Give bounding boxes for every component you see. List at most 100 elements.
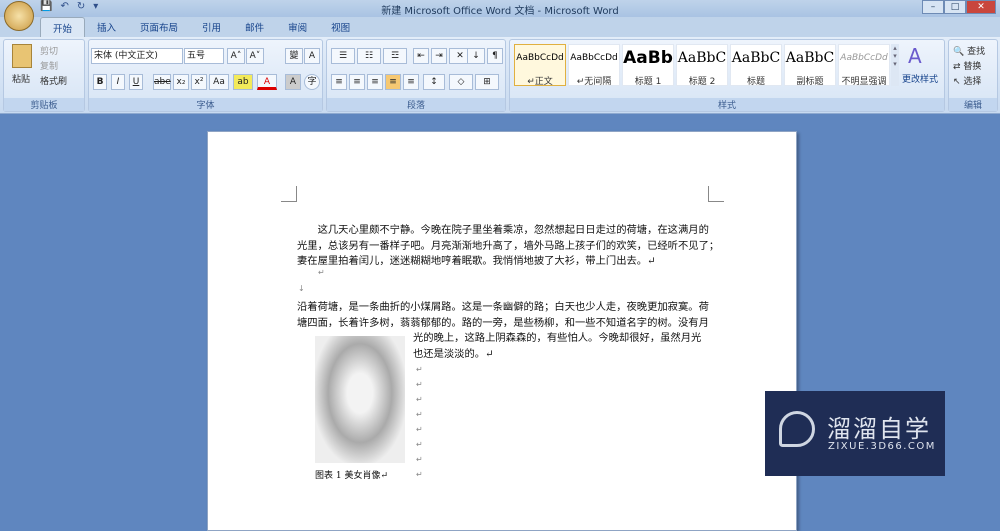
watermark: 溜溜自学 ZIXUE.3D66.COM	[765, 391, 945, 476]
italic-button[interactable]: I	[111, 74, 125, 90]
paragraph-line: 光的晚上，这路上阴森森的，有些怕人。今晚却很好，虽然月光	[413, 332, 702, 344]
shading-icon[interactable]: ◇	[449, 74, 473, 90]
format-painter-button[interactable]: 格式刷	[40, 74, 67, 87]
styles-scrollbar[interactable]: ▴ ▾ ▾	[891, 44, 899, 86]
paragraph-mark: ↵	[416, 425, 423, 434]
paragraph-line: 光里，总该另有一番样子吧。月亮渐渐地升高了，墙外马路上孩子们的欢笑，已经听不见了…	[297, 240, 720, 252]
styles-group: AaBbCcDd ↵正文 AaBbCcDd ↵无间隔 AaBb 标题 1 AaBbC 标…	[509, 39, 945, 112]
borders-icon[interactable]: ⊞	[475, 74, 499, 90]
paragraph-line: 也还是淡淡的。↵	[413, 348, 494, 360]
watermark-url: ZIXUE.3D66.COM	[828, 441, 936, 452]
numbering-icon[interactable]: ☷	[357, 48, 381, 64]
tab-view[interactable]: 视图	[319, 17, 362, 37]
style-heading-2[interactable]: AaBbC 标题 2	[676, 44, 728, 87]
tab-insert[interactable]: 插入	[85, 17, 128, 37]
style-subtle-emphasis[interactable]: AaBbCcDd 不明显强调	[838, 44, 890, 87]
char-shading-button[interactable]: A	[285, 74, 301, 90]
change-case-button[interactable]: Aa	[209, 74, 229, 90]
superscript-button[interactable]: x²	[191, 74, 207, 90]
font-name-select[interactable]: 宋体 (中文正文)	[91, 48, 183, 64]
line-spacing-icon[interactable]: ↕	[423, 74, 445, 90]
ribbon: 粘贴 剪切 复制 格式刷 剪贴板 宋体 (中文正文) 五号 A˄ A˅ 變 A …	[0, 37, 1000, 114]
highlight-icon[interactable]: ab	[233, 74, 253, 90]
select-label: 选择	[963, 77, 982, 87]
figure-caption: 图表 1 美女肖像↵	[315, 471, 388, 481]
tab-home[interactable]: 开始	[40, 17, 86, 37]
paragraph-line: 沿着荷塘，是一条曲折的小煤屑路。这是一条幽僻的路；白天也少人走，夜晚更加寂寞。荷	[297, 301, 709, 313]
char-border-button[interactable]: A	[304, 48, 320, 64]
copy-button[interactable]: 复制	[40, 59, 58, 72]
paste-button[interactable]: 粘贴	[12, 72, 30, 85]
change-styles-icon[interactable]: A	[908, 44, 922, 68]
watermark-name: 溜溜自学	[827, 415, 931, 443]
change-styles-button[interactable]: 更改样式	[902, 72, 938, 85]
subscript-button[interactable]: x₂	[173, 74, 189, 90]
document-page[interactable]: 这几天心里颇不宁静。今晚在院子里坐着乘凉，忽然想起日日走过的荷塘，在这满月的 光…	[207, 131, 797, 531]
decrease-indent-icon[interactable]: ⇤	[413, 48, 429, 64]
paragraph-mark: ↵	[416, 410, 423, 419]
tab-references[interactable]: 引用	[190, 17, 233, 37]
font-color-icon[interactable]: A	[257, 74, 277, 90]
sort-icon[interactable]: ↓	[467, 48, 485, 64]
align-center-icon[interactable]: ≡	[349, 74, 365, 90]
play-logo-icon	[779, 411, 815, 447]
find-button[interactable]: 🔍 查找	[953, 44, 985, 57]
paragraph-mark: ↵	[416, 395, 423, 404]
paragraph-mark: ↵	[416, 455, 423, 464]
enclose-char-button[interactable]: 字	[304, 74, 320, 90]
find-label: 查找	[967, 47, 986, 57]
underline-button[interactable]: U	[129, 74, 143, 90]
paragraph-mark: ↵	[416, 365, 423, 374]
align-right-icon[interactable]: ≡	[367, 74, 383, 90]
shrink-font-button[interactable]: A˅	[246, 48, 264, 64]
font-size-select[interactable]: 五号	[184, 48, 224, 64]
distributed-icon[interactable]: ≡	[403, 74, 419, 90]
style-no-spacing[interactable]: AaBbCcDd ↵无间隔	[568, 44, 620, 87]
justify-icon[interactable]: ≡	[385, 74, 401, 90]
tab-mailings[interactable]: 邮件	[233, 17, 276, 37]
bullets-icon[interactable]: ☰	[331, 48, 355, 64]
font-group: 宋体 (中文正文) 五号 A˄ A˅ 變 A B I U abe x₂ x² A…	[88, 39, 323, 112]
select-button[interactable]: ↖ 选择	[953, 74, 981, 87]
maximize-button[interactable]: □	[944, 0, 966, 14]
phonetic-button[interactable]: 變	[285, 48, 303, 64]
style-normal[interactable]: AaBbCcDd ↵正文	[514, 44, 566, 87]
style-subtitle[interactable]: AaBbC 副标题	[784, 44, 836, 87]
grow-font-button[interactable]: A˄	[227, 48, 245, 64]
paragraph-line: 妻在屋里拍着闰儿，迷迷糊糊地哼着眠歌。我悄悄地披了大衫，带上门出去。↵	[297, 255, 656, 267]
crop-mark	[708, 186, 724, 202]
increase-indent-icon[interactable]: ⇥	[431, 48, 447, 64]
title-bar: 💾 ↶ ↻ ▾ 新建 Microsoft Office Word 文档 - Mi…	[0, 0, 1000, 17]
paste-icon[interactable]	[12, 44, 32, 68]
styles-group-label: 样式	[510, 98, 944, 111]
replace-label: 替换	[963, 62, 982, 72]
bold-button[interactable]: B	[93, 74, 107, 90]
crop-mark	[281, 186, 297, 202]
paragraph-mark: ↵	[416, 380, 423, 389]
paragraph-line: 塘四面，长着许多树，蓊蓊郁郁的。路的一旁，是些杨柳，和一些不知道名字的树。没有月	[297, 317, 709, 329]
replace-button[interactable]: ⇄ 替换	[953, 59, 981, 72]
font-group-label: 字体	[89, 98, 322, 111]
clipboard-group: 粘贴 剪切 复制 格式刷 剪贴板	[3, 39, 85, 112]
style-heading-1[interactable]: AaBb 标题 1	[622, 44, 674, 87]
editing-group-label: 编辑	[949, 98, 997, 111]
office-button[interactable]	[4, 1, 34, 31]
cut-button[interactable]: 剪切	[40, 44, 58, 57]
portrait-image[interactable]	[315, 336, 405, 463]
style-title[interactable]: AaBbC 标题	[730, 44, 782, 87]
close-button[interactable]: ✕	[966, 0, 996, 14]
show-marks-icon[interactable]: ¶	[487, 48, 503, 64]
tab-review[interactable]: 审阅	[276, 17, 319, 37]
clipboard-group-label: 剪贴板	[4, 98, 84, 111]
ribbon-tabs: 开始 插入 页面布局 引用 邮件 审阅 视图	[0, 17, 1000, 37]
multilevel-list-icon[interactable]: ☲	[383, 48, 407, 64]
align-left-icon[interactable]: ≡	[331, 74, 347, 90]
paragraph-group: ☰ ☷ ☲ ⇤ ⇥ ✕ ↓ ¶ ≡ ≡ ≡ ≡ ≡ ↕ ◇ ⊞ 段落	[326, 39, 506, 112]
minimize-button[interactable]: –	[922, 0, 944, 14]
paragraph-line: 这几天心里颇不宁静。今晚在院子里坐着乘凉，忽然想起日日走过的荷塘，在这满月的	[297, 224, 709, 236]
strikethrough-button[interactable]: abe	[153, 74, 171, 90]
paragraph-mark: ↵	[416, 470, 423, 479]
window-title: 新建 Microsoft Office Word 文档 - Microsoft …	[381, 6, 619, 17]
tab-page-layout[interactable]: 页面布局	[128, 17, 190, 37]
line-break-mark: ↓	[298, 284, 305, 293]
